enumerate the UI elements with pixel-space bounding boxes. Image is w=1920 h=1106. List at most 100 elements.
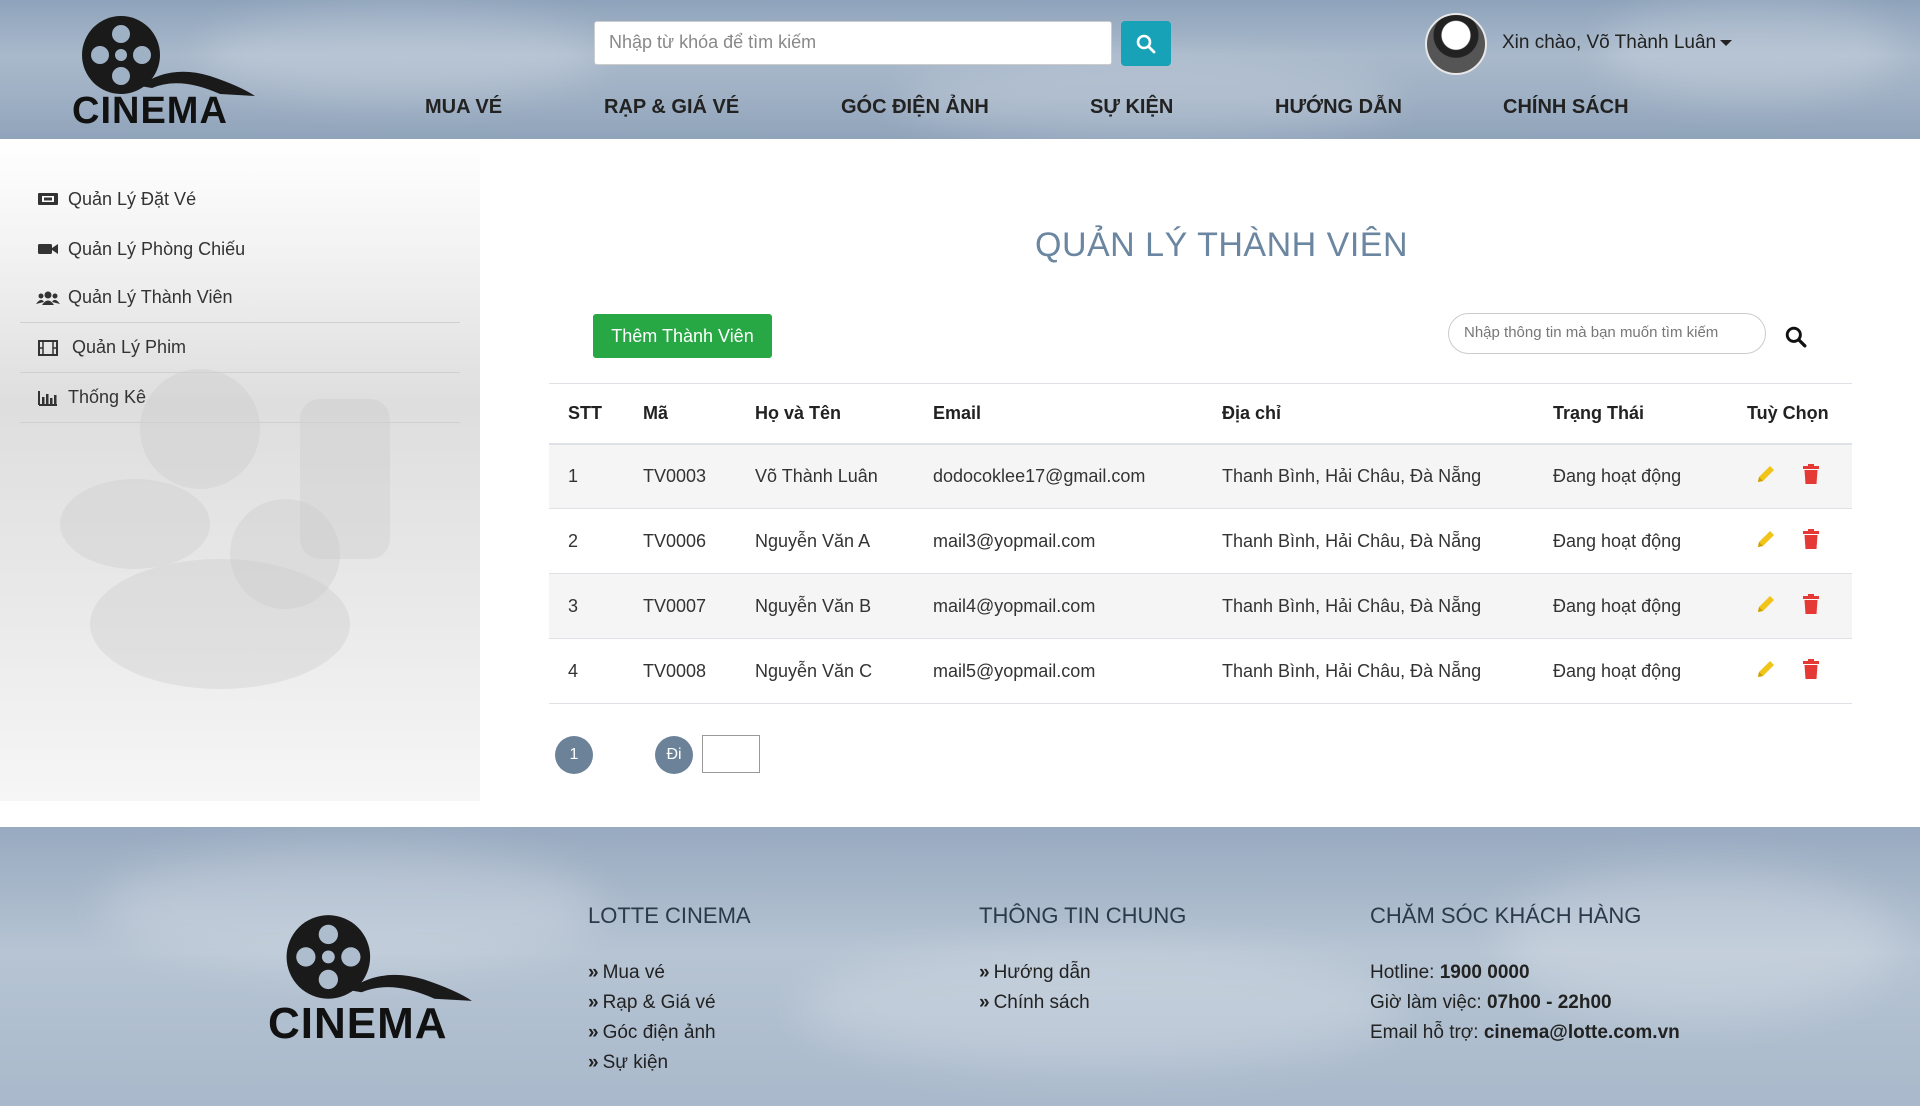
sidebar-item-thanh-vien[interactable]: Quản Lý Thành Viên <box>20 273 460 323</box>
cell-diachi: Thanh Bình, Hải Châu, Đà Nẵng <box>1203 638 1534 704</box>
email-label: Email hỗ trợ: <box>1370 1022 1484 1043</box>
search-input[interactable]: Nhập từ khóa để tìm kiếm <box>594 21 1112 65</box>
add-member-button[interactable]: Thêm Thành Viên <box>593 314 772 358</box>
status-link[interactable]: Đang hoạt động <box>1534 443 1728 509</box>
footer-link-mua-ve[interactable]: » Mua vé <box>588 962 665 984</box>
footer-link-label: Hướng dẫn <box>993 962 1091 983</box>
delete-trash-icon[interactable] <box>1802 528 1820 555</box>
delete-trash-icon[interactable] <box>1802 463 1820 490</box>
users-icon <box>36 289 60 307</box>
footer-link-rap-gia-ve[interactable]: » Rạp & Giá vé <box>588 992 716 1014</box>
edit-pencil-icon[interactable] <box>1755 658 1777 685</box>
logo-text: CINEMA <box>72 90 228 132</box>
cell-stt: 1 <box>549 443 624 509</box>
sidebar-item-phong-chieu[interactable]: Quản Lý Phòng Chiếu <box>20 224 460 274</box>
double-chevron-icon: » <box>979 962 990 983</box>
cell-stt: 2 <box>549 508 624 574</box>
email-value[interactable]: cinema@lotte.com.vn <box>1484 1022 1680 1043</box>
edit-pencil-icon[interactable] <box>1755 528 1777 555</box>
nav-goc-dien-anh[interactable]: GÓC ĐIỆN ẢNH <box>841 96 989 119</box>
nav-huong-dan[interactable]: HƯỚNG DẪN <box>1275 96 1402 119</box>
table-row: 2 TV0006 Nguyễn Văn A mail3@yopmail.com … <box>549 508 1852 574</box>
sidebar-item-thong-ke[interactable]: Thống Kê <box>20 373 460 423</box>
footer-link-label: Mua vé <box>602 962 665 983</box>
footer-heading-lotte: LOTTE CINEMA <box>588 903 751 928</box>
user-menu[interactable]: Xin chào, Võ Thành Luân <box>1502 32 1733 54</box>
sidebar-item-phim[interactable]: Quản Lý Phim <box>20 323 460 373</box>
site-header: CINEMA Nhập từ khóa để tìm kiếm Xin chào… <box>0 0 1920 139</box>
column-header: Trạng Thái <box>1534 383 1728 445</box>
double-chevron-icon: » <box>588 992 599 1013</box>
sidebar-item-dat-ve[interactable]: Quản Lý Đặt Vé <box>20 174 460 224</box>
double-chevron-icon: » <box>979 992 990 1013</box>
go-button[interactable]: Đi <box>655 736 693 774</box>
column-header: Địa chỉ <box>1203 383 1534 445</box>
delete-trash-icon[interactable] <box>1802 593 1820 620</box>
search-icon[interactable] <box>1785 326 1807 353</box>
cell-actions <box>1728 573 1852 639</box>
member-search-input[interactable]: Nhập thông tin mà bạn muốn tìm kiếm <box>1448 313 1766 354</box>
hotline-label: Hotline: <box>1370 962 1440 983</box>
caret-down-icon <box>1720 39 1733 46</box>
hours-label: Giờ làm việc: <box>1370 992 1487 1013</box>
page-number-button[interactable]: 1 <box>555 736 593 774</box>
cinema-logo[interactable]: CINEMA <box>70 14 260 132</box>
cell-diachi: Thanh Bình, Hải Châu, Đà Nẵng <box>1203 508 1534 574</box>
ticket-icon <box>36 190 60 208</box>
cell-ten: Võ Thành Luân <box>736 443 914 509</box>
cell-email: mail4@yopmail.com <box>914 573 1203 639</box>
table-header-row: STT Mã Họ và Tên Email Địa chỉ Trạng Thá… <box>549 383 1852 445</box>
cell-actions <box>1728 638 1852 704</box>
cell-actions <box>1728 443 1852 509</box>
sidebar-item-label: Quản Lý Phim <box>72 337 187 357</box>
footer-link-huong-dan[interactable]: » Hướng dẫn <box>979 962 1091 984</box>
cell-ma: TV0003 <box>624 443 736 509</box>
double-chevron-icon: » <box>588 962 599 983</box>
cell-ma: TV0008 <box>624 638 736 704</box>
logo-text: CINEMA <box>268 999 448 1048</box>
double-chevron-icon: » <box>588 1052 599 1073</box>
footer-link-chinh-sach[interactable]: » Chính sách <box>979 992 1090 1014</box>
delete-trash-icon[interactable] <box>1802 658 1820 685</box>
nav-mua-ve[interactable]: MUA VÉ <box>425 96 502 119</box>
column-header: Mã <box>624 383 736 445</box>
sidebar-item-label: Quản Lý Đặt Vé <box>68 188 197 209</box>
nav-chinh-sach[interactable]: CHÍNH SÁCH <box>1503 96 1629 119</box>
cell-ten: Nguyễn Văn A <box>736 508 914 574</box>
footer-link-su-kien[interactable]: » Sự kiện <box>588 1052 668 1074</box>
avatar[interactable] <box>1425 13 1487 75</box>
column-header: Email <box>914 383 1203 445</box>
cell-ma: TV0007 <box>624 573 736 639</box>
site-footer: CINEMA LOTTE CINEMA » Mua vé » Rạp & Giá v… <box>0 827 1920 1106</box>
nav-rap-gia-ve[interactable]: RẠP & GIÁ VÉ <box>604 96 739 119</box>
video-camera-icon <box>36 240 60 258</box>
page-jump-input[interactable] <box>702 735 760 773</box>
page-title: QUẢN LÝ THÀNH VIÊN <box>1035 226 1409 264</box>
sidebar-item-label: Thống Kê <box>68 387 147 407</box>
footer-hours: Giờ làm việc: 07h00 - 22h00 <box>1370 992 1612 1014</box>
search-button[interactable] <box>1121 21 1171 66</box>
column-header: Họ và Tên <box>736 383 914 445</box>
edit-pencil-icon[interactable] <box>1755 463 1777 490</box>
status-link[interactable]: Đang hoạt động <box>1534 573 1728 639</box>
nav-su-kien[interactable]: SỰ KIỆN <box>1090 96 1173 119</box>
footer-link-goc-dien-anh[interactable]: » Góc điện ảnh <box>588 1022 716 1044</box>
footer-email: Email hỗ trợ: cinema@lotte.com.vn <box>1370 1022 1680 1044</box>
status-link[interactable]: Đang hoạt động <box>1534 638 1728 704</box>
edit-pencil-icon[interactable] <box>1755 593 1777 620</box>
status-link[interactable]: Đang hoạt động <box>1534 508 1728 574</box>
cell-email: mail3@yopmail.com <box>914 508 1203 574</box>
table-row: 4 TV0008 Nguyễn Văn C mail5@yopmail.com … <box>549 638 1852 704</box>
hotline-value: 1900 0000 <box>1439 962 1530 983</box>
cell-email: dodocoklee17@gmail.com <box>914 443 1203 509</box>
hours-value: 07h00 - 22h00 <box>1486 992 1612 1013</box>
admin-sidebar: Quản Lý Đặt Vé Quản Lý Phòng Chiếu Quản … <box>0 139 480 801</box>
cell-stt: 3 <box>549 573 624 639</box>
footer-hotline: Hotline: 1900 0000 <box>1370 962 1530 984</box>
footer-cinema-logo[interactable]: CINEMA <box>268 913 483 1048</box>
column-header: Tuỳ Chọn <box>1728 383 1852 445</box>
members-table: STT Mã Họ và Tên Email Địa chỉ Trạng Thá… <box>549 383 1852 704</box>
cell-diachi: Thanh Bình, Hải Châu, Đà Nẵng <box>1203 573 1534 639</box>
cell-email: mail5@yopmail.com <box>914 638 1203 704</box>
cell-diachi: Thanh Bình, Hải Châu, Đà Nẵng <box>1203 443 1534 509</box>
